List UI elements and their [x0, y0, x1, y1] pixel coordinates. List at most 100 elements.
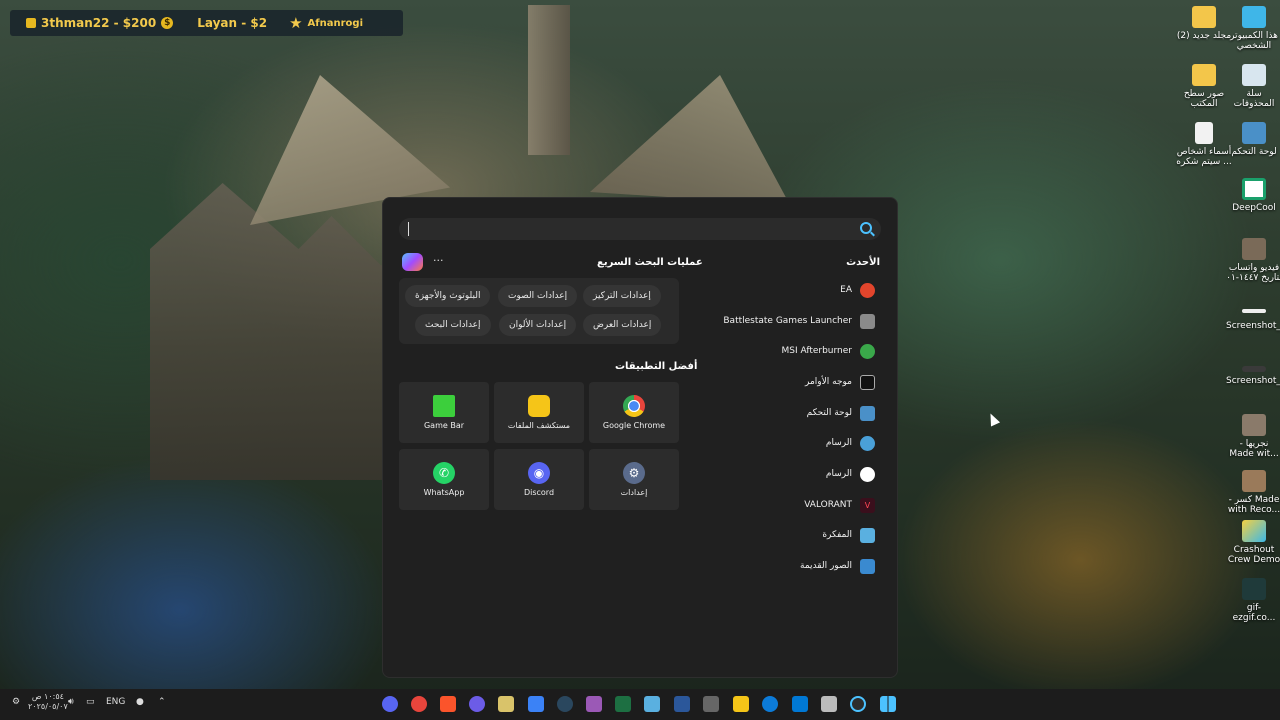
- settings-gear-icon[interactable]: ⚙: [12, 697, 20, 707]
- recent-item-paint-2[interactable]: الرسام: [826, 464, 875, 484]
- search-input[interactable]: [399, 218, 881, 240]
- recent-item-photos-legacy[interactable]: الصور القديمة: [800, 556, 875, 576]
- taskbar: ١٠:٥٤ ص ٢٠٢٥/٠٥/٠٧ ⚙ 🔊︎ ▭ ENG ● ⌃: [0, 689, 1280, 720]
- leader-entry-2: Layan - $2: [197, 16, 267, 30]
- app-tile-label: Discord: [523, 488, 555, 497]
- chip-bluetooth-devices[interactable]: البلوتوث والأجهزة: [405, 285, 491, 307]
- notepad-icon[interactable]: [644, 696, 660, 712]
- notes-icon[interactable]: [498, 696, 514, 712]
- more-options-button[interactable]: ···: [433, 254, 444, 267]
- excel-icon[interactable]: [615, 696, 631, 712]
- image-icon: [1242, 309, 1266, 313]
- leader-name-2: Layan - $2: [197, 16, 268, 30]
- discord-icon[interactable]: [382, 696, 398, 712]
- desktop-icon-gif[interactable]: gif-ezgif.co...: [1226, 578, 1280, 623]
- desktop-icon-desktop-pictures[interactable]: صور سطح المكتب: [1176, 64, 1232, 109]
- app-tile-discord[interactable]: ◉ Discord: [494, 449, 584, 510]
- leader-entry-3: ★ Afnanrogi: [289, 14, 363, 32]
- paint-search-icon: [860, 466, 875, 482]
- arc-icon[interactable]: [469, 696, 485, 712]
- steam-icon[interactable]: [557, 696, 573, 712]
- chevron-up-icon[interactable]: ⌃: [158, 697, 166, 707]
- app-tile-game-bar[interactable]: Game Bar: [399, 382, 489, 443]
- recent-title: الأحدث: [846, 257, 880, 268]
- start-windows-icon[interactable]: [880, 696, 896, 712]
- file-explorer-icon: [528, 395, 550, 417]
- recycle-bin-icon: [1242, 64, 1266, 86]
- microphone-icon[interactable]: ●: [136, 697, 144, 707]
- chip-display-settings[interactable]: إعدادات العرض: [583, 314, 662, 336]
- clock-date: ٢٠٢٥/٠٥/٠٧: [28, 702, 68, 711]
- recent-item-battlestate[interactable]: Battlestate Games Launcher: [723, 311, 875, 331]
- search-icon: [860, 222, 872, 234]
- chip-sound-settings[interactable]: إعدادات الصوت: [498, 285, 578, 307]
- chrome-icon[interactable]: [411, 696, 427, 712]
- language-indicator[interactable]: ENG: [106, 697, 125, 707]
- desktop-icon-recycle-bin[interactable]: سلة المحذوفات: [1226, 64, 1280, 109]
- app-tile-file-explorer[interactable]: مستكشف الملفات: [494, 382, 584, 443]
- recent-item-command-prompt[interactable]: موجه الأوامر: [805, 372, 875, 392]
- mail-icon[interactable]: [792, 696, 808, 712]
- recent-item-msi-afterburner[interactable]: MSI Afterburner: [781, 341, 875, 361]
- desktop-icon-label: - كسر Made with Reco...: [1227, 495, 1280, 515]
- desktop-icon-video-2[interactable]: - كسر Made with Reco...: [1226, 470, 1280, 515]
- badge-icon: [26, 18, 36, 28]
- search-icon[interactable]: [850, 696, 866, 712]
- ea-icon: [860, 282, 875, 298]
- chip-focus-settings[interactable]: إعدادات التركيز: [583, 285, 661, 307]
- discord-icon: ◉: [528, 462, 550, 484]
- desktop-icon-control-panel[interactable]: لوحة التحكم: [1226, 122, 1280, 157]
- network-icon[interactable]: ▭: [86, 697, 95, 707]
- app-tile-settings[interactable]: ⚙ إعدادات: [589, 449, 679, 510]
- word-icon[interactable]: [674, 696, 690, 712]
- desktop-icon-new-folder[interactable]: (2) مجلد جديد: [1176, 6, 1232, 41]
- clock[interactable]: ١٠:٥٤ ص ٢٠٢٥/٠٥/٠٧: [28, 692, 68, 712]
- copilot-icon[interactable]: [402, 253, 423, 271]
- recent-label: الرسام: [825, 438, 852, 448]
- chip-search-settings[interactable]: إعدادات البحث: [415, 314, 491, 336]
- recent-item-notepad[interactable]: المفكرة: [822, 525, 875, 545]
- desktop-icon-label: DeepCool: [1232, 203, 1276, 213]
- file-explorer-icon[interactable]: [733, 696, 749, 712]
- app-tile-whatsapp[interactable]: ✆ WhatsApp: [399, 449, 489, 510]
- store-icon[interactable]: [528, 696, 544, 712]
- leader-entry-1: 3thman22 - $200 $: [26, 16, 174, 30]
- desktop-icon-label: أسماء اشخاص سيتم شكره ...: [1176, 147, 1232, 167]
- battlestate-icon: [860, 313, 875, 329]
- leader-name-3: Afnanrogi: [307, 17, 364, 29]
- calculator-icon[interactable]: [703, 696, 719, 712]
- desktop-icon-video-1[interactable]: - نجريها Made wit...: [1226, 414, 1280, 459]
- app-tile-label: Game Bar: [423, 421, 465, 430]
- desktop-icon-label: سلة المحذوفات: [1233, 89, 1275, 109]
- feather-icon[interactable]: [586, 696, 602, 712]
- app-tile-chrome[interactable]: Google Chrome: [589, 382, 679, 443]
- desktop-icon-this-pc[interactable]: هذا الكمبيوتر الشخصي: [1226, 6, 1280, 51]
- desktop-icon-label: هذا الكمبيوتر الشخصي: [1230, 31, 1278, 51]
- folder-icon: [1192, 6, 1216, 28]
- recent-item-paint[interactable]: الرسام: [826, 433, 875, 453]
- edge-icon[interactable]: [762, 696, 778, 712]
- game-bar-icon: [433, 395, 455, 417]
- desktop-icon-document[interactable]: أسماء اشخاص سيتم شكره ...: [1176, 122, 1232, 167]
- recent-item-valorant[interactable]: VALORANT V: [804, 495, 875, 515]
- search-panel: عمليات البحث السريع ··· إعدادات التركيز …: [382, 197, 898, 678]
- brave-icon[interactable]: [440, 696, 456, 712]
- recent-item-control-panel[interactable]: لوحة التحكم: [807, 403, 875, 423]
- command-prompt-icon: [860, 374, 875, 390]
- recent-label: MSI Afterburner: [781, 346, 852, 356]
- recent-label: VALORANT: [804, 500, 852, 510]
- image-icon: [1242, 366, 1266, 372]
- desktop-icon-video-whatsapp[interactable]: فيديو واتساب بتاريخ ١٤٤٧-٠١: [1226, 238, 1280, 283]
- desktop-icon-crashout[interactable]: Crashout Crew Demo: [1226, 520, 1280, 565]
- game-icon: [1242, 520, 1266, 542]
- volume-icon[interactable]: 🔊︎: [68, 697, 74, 707]
- recent-item-ea[interactable]: EA: [840, 280, 875, 300]
- desktop-icon-screenshot-1[interactable]: Screenshot_1: [1226, 304, 1280, 331]
- monitor-icon: [1242, 6, 1266, 28]
- desktop-icon-deepcool[interactable]: DeepCool: [1226, 178, 1280, 213]
- recent-label: EA: [840, 285, 852, 295]
- desktop-icon-screenshot-2[interactable]: Screenshot_2: [1226, 366, 1280, 386]
- task-view-icon[interactable]: [821, 696, 837, 712]
- video-icon: [1242, 414, 1266, 436]
- chip-color-settings[interactable]: إعدادات الألوان: [499, 314, 577, 336]
